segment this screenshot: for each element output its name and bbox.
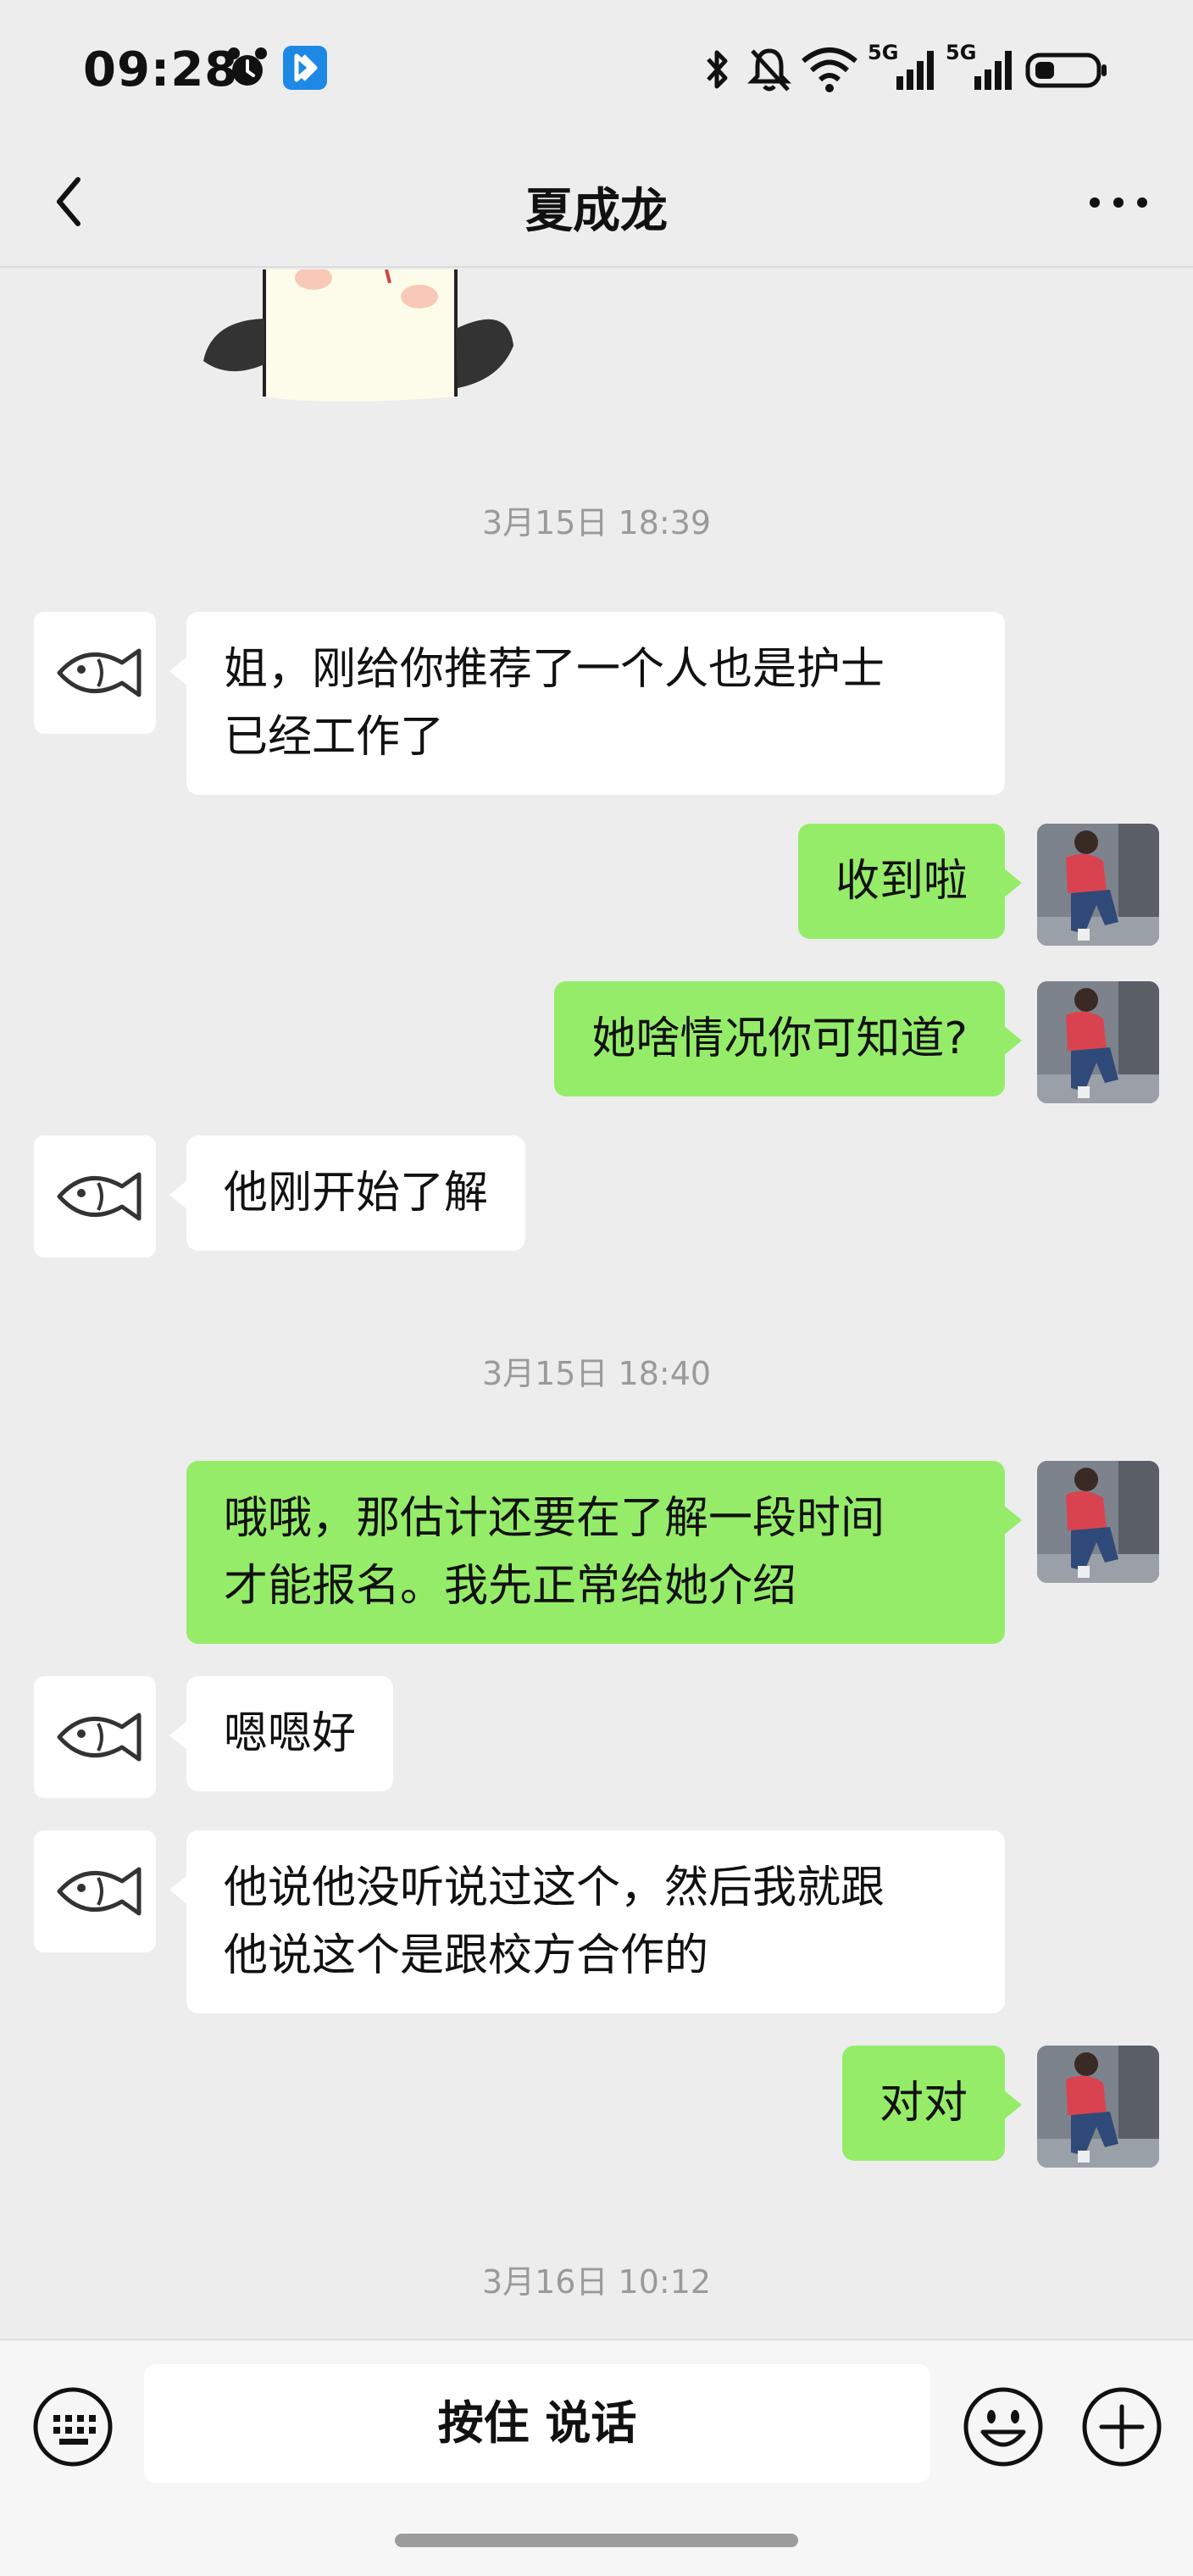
message-text: 他刚开始了解	[224, 1168, 489, 1219]
sticker-image[interactable]	[203, 269, 517, 405]
contact-avatar[interactable]	[34, 1830, 156, 1952]
message-bubble[interactable]: 嗯嗯好	[169, 1676, 394, 1791]
contact-avatar[interactable]	[34, 1676, 156, 1798]
mute-icon	[747, 48, 791, 92]
bluetooth-icon	[707, 50, 728, 89]
chat-header: 夏成龙	[0, 142, 1193, 268]
message-text: 收到啦	[835, 856, 968, 907]
message-text-line: 姐，刚给你推荐了一个人也是护士	[224, 644, 885, 695]
message-bubble[interactable]: 对对	[841, 2046, 1023, 2161]
profile-photo	[1037, 2046, 1159, 2168]
profile-photo	[1037, 981, 1159, 1103]
message-text-line: 才能报名。我先正常给她介绍	[224, 1561, 797, 1612]
contact-avatar[interactable]	[34, 1135, 156, 1257]
chat-title: 夏成龙	[525, 184, 668, 239]
message-timestamp: 3月15日 18:39	[481, 504, 712, 541]
signal-5g-icon: 5G	[946, 41, 1013, 93]
message-text: 嗯嗯好	[224, 1708, 357, 1759]
self-avatar[interactable]	[1037, 1461, 1159, 1583]
fish-icon	[57, 648, 141, 697]
fish-icon	[57, 1172, 141, 1221]
contact-avatar[interactable]	[34, 612, 156, 734]
message-bubble[interactable]: 哦哦，那估计还要在了解一段时间 才能报名。我先正常给她介绍	[186, 1461, 1022, 1644]
self-avatar[interactable]	[1037, 981, 1159, 1103]
signal-5g-icon: 5G	[868, 41, 935, 93]
self-avatar[interactable]	[1037, 824, 1159, 946]
message-timestamp: 3月16日 10:12	[481, 2263, 712, 2301]
message-text-line: 他说他没听说过这个，然后我就跟	[224, 1863, 885, 1913]
plus-icon[interactable]	[1079, 2384, 1164, 2469]
message-text: 她啥情况你可知道?	[591, 1013, 968, 1064]
status-bar: 09:28 5G 5G	[0, 0, 1193, 142]
message-text: 对对	[879, 2078, 968, 2129]
message-bubble[interactable]: 他说他没听说过这个，然后我就跟 他说这个是跟校方合作的	[169, 1830, 1005, 2013]
fish-icon	[57, 1713, 141, 1762]
message-bubble[interactable]: 她啥情况你可知道?	[554, 981, 1022, 1096]
battery-icon	[1025, 53, 1107, 88]
message-text-line: 哦哦，那估计还要在了解一段时间	[224, 1493, 885, 1544]
message-timestamp: 3月15日 18:40	[481, 1355, 712, 1392]
profile-photo	[1037, 824, 1159, 946]
keyboard-icon[interactable]	[31, 2384, 115, 2469]
alarm-icon	[228, 47, 267, 86]
wifi-icon	[802, 47, 857, 92]
hold-to-talk-button[interactable]: 按住 说话	[144, 2364, 930, 2483]
message-bubble[interactable]: 姐，刚给你推荐了一个人也是护士 已经工作了	[169, 612, 1005, 795]
more-icon[interactable]	[1085, 190, 1152, 215]
message-bubble[interactable]: 收到啦	[797, 824, 1023, 939]
home-indicator[interactable]	[395, 2534, 798, 2547]
app-notification-icon	[283, 46, 327, 90]
message-text-line: 已经工作了	[224, 712, 445, 763]
emoji-icon[interactable]	[961, 2384, 1046, 2469]
message-bubble[interactable]: 他刚开始了解	[169, 1135, 526, 1251]
fish-icon	[57, 1867, 141, 1916]
status-time: 09:28	[83, 42, 239, 97]
profile-photo	[1037, 1461, 1159, 1583]
message-text-line: 他说这个是跟校方合作的	[224, 1930, 709, 1981]
self-avatar[interactable]	[1037, 2046, 1159, 2168]
